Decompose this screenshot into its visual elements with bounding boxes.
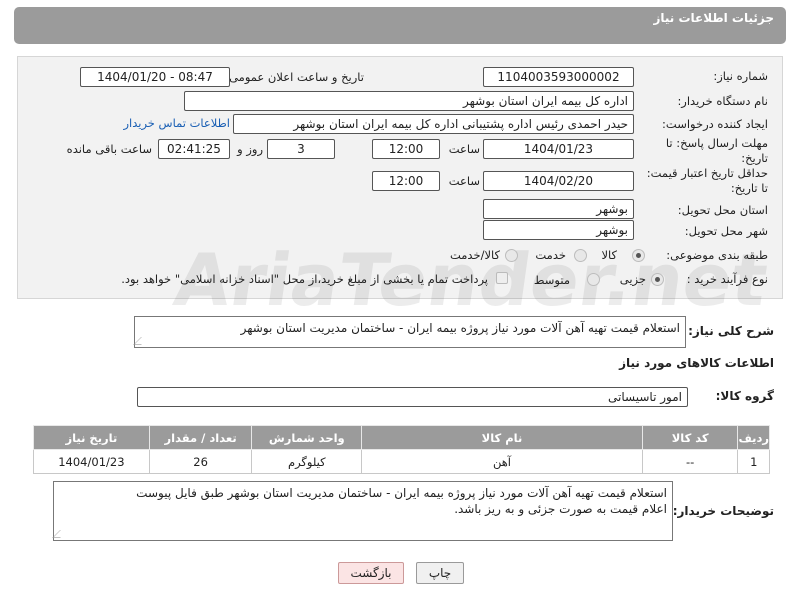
price-validity-time-label: ساعت bbox=[448, 174, 480, 188]
process-minor-label: جزیی bbox=[619, 272, 646, 286]
city-label: شهر محل تحویل: bbox=[684, 224, 768, 238]
category-service-label: خدمت bbox=[535, 248, 566, 262]
remaining-label: ساعت باقی مانده bbox=[66, 142, 152, 156]
resize-grip-icon[interactable] bbox=[52, 530, 68, 538]
process-medium-radio[interactable] bbox=[587, 273, 600, 286]
goods-group-label: گروه کالا: bbox=[715, 389, 774, 403]
print-button[interactable]: چاپ bbox=[416, 562, 464, 584]
buyer-notes-field[interactable]: استعلام قیمت تهیه آهن آلات مورد نیاز پرو… bbox=[52, 481, 673, 541]
days-label: روز و bbox=[237, 142, 263, 156]
description-label: شرح کلی نیاز: bbox=[688, 324, 774, 338]
col-name: نام کالا bbox=[361, 425, 643, 450]
category-goods-service-label: کالا/خدمت bbox=[449, 248, 500, 262]
category-goods-radio[interactable] bbox=[632, 249, 645, 262]
category-goods-label: کالا bbox=[601, 248, 617, 262]
process-medium-label: متوسط bbox=[533, 273, 570, 287]
cell-row: 1 bbox=[737, 449, 770, 474]
page-title: جزئیات اطلاعات نیاز bbox=[653, 11, 774, 25]
buyer-org-field: اداره کل بیمه ایران استان بوشهر bbox=[184, 91, 634, 111]
goods-table: ردیف کد کالا نام کالا واحد شمارش تعداد /… bbox=[33, 425, 770, 474]
deadline-label-date: تاریخ: bbox=[741, 151, 768, 165]
buyer-notes-label: توضیحات خریدار: bbox=[672, 504, 774, 518]
resize-grip-icon[interactable] bbox=[133, 337, 149, 345]
remaining-time-field: 02:41:25 bbox=[158, 139, 230, 159]
goods-group-field: امور تاسیساتی bbox=[137, 387, 688, 407]
announce-date-label: تاریخ و ساعت اعلان عمومی: bbox=[225, 70, 364, 84]
treasury-payment-checkbox[interactable] bbox=[496, 272, 508, 284]
col-need-date: تاریخ نیاز bbox=[33, 425, 150, 450]
category-service-radio[interactable] bbox=[574, 249, 587, 262]
province-label: استان محل تحویل: bbox=[677, 203, 768, 217]
creator-field: حیدر احمدی رئیس اداره پشتیبانی اداره کل … bbox=[233, 114, 634, 134]
process-type-label: نوع فرآیند خرید : bbox=[686, 272, 768, 286]
cell-need-date: 1404/01/23 bbox=[33, 449, 150, 474]
col-row: ردیف bbox=[737, 425, 770, 450]
buyer-notes-line-1: استعلام قیمت تهیه آهن آلات مورد نیاز پرو… bbox=[136, 486, 667, 500]
deadline-time-field: 12:00 bbox=[372, 139, 440, 159]
days-field: 3 bbox=[267, 139, 335, 159]
treasury-payment-note: پرداخت تمام یا بخشی از مبلغ خرید،از محل … bbox=[121, 272, 488, 286]
goods-table-header: ردیف کد کالا نام کالا واحد شمارش تعداد /… bbox=[33, 425, 770, 450]
province-field: بوشهر bbox=[483, 199, 634, 219]
city-field: بوشهر bbox=[483, 220, 634, 240]
deadline-time-label: ساعت bbox=[448, 142, 480, 156]
table-row: 1 -- آهن کیلوگرم 26 1404/01/23 bbox=[33, 449, 770, 474]
cell-name: آهن bbox=[361, 449, 643, 474]
goods-section-title: اطلاعات کالاهای مورد نیاز bbox=[619, 356, 774, 370]
price-validity-date-field: 1404/02/20 bbox=[483, 171, 634, 191]
buyer-org-label: نام دستگاه خریدار: bbox=[677, 94, 768, 108]
price-validity-label-date: تا تاریخ: bbox=[730, 181, 768, 195]
buyer-contact-link[interactable]: اطلاعات تماس خریدار bbox=[123, 116, 230, 130]
cell-quantity: 26 bbox=[148, 449, 253, 474]
need-number-label: شماره نیاز: bbox=[713, 69, 768, 83]
cell-unit: کیلوگرم bbox=[251, 449, 363, 474]
price-validity-label: حداقل تاریخ اعتبار قیمت: bbox=[646, 166, 768, 180]
deadline-date-field: 1404/01/23 bbox=[483, 139, 634, 159]
col-quantity: تعداد / مقدار bbox=[148, 425, 253, 450]
deadline-label: مهلت ارسال پاسخ: تا bbox=[665, 136, 768, 150]
col-code: کد کالا bbox=[641, 425, 739, 450]
creator-label: ایجاد کننده درخواست: bbox=[662, 117, 768, 131]
col-unit: واحد شمارش bbox=[251, 425, 363, 450]
description-text: استعلام قیمت تهیه آهن آلات مورد نیاز پرو… bbox=[240, 321, 680, 335]
need-number-field: 1104003593000002 bbox=[483, 67, 634, 87]
category-label: طبقه بندی موضوعی: bbox=[666, 248, 768, 262]
price-validity-time-field: 12:00 bbox=[372, 171, 440, 191]
back-button[interactable]: بازگشت bbox=[338, 562, 404, 584]
category-goods-service-radio[interactable] bbox=[505, 249, 518, 262]
description-field[interactable]: استعلام قیمت تهیه آهن آلات مورد نیاز پرو… bbox=[133, 316, 686, 348]
buyer-notes-line-2: اعلام قیمت به صورت جزئی و به ریز باشد. bbox=[454, 502, 667, 516]
process-minor-radio[interactable] bbox=[651, 273, 664, 286]
cell-code: -- bbox=[641, 449, 739, 474]
announce-date-field: 1404/01/20 - 08:47 bbox=[80, 67, 230, 87]
